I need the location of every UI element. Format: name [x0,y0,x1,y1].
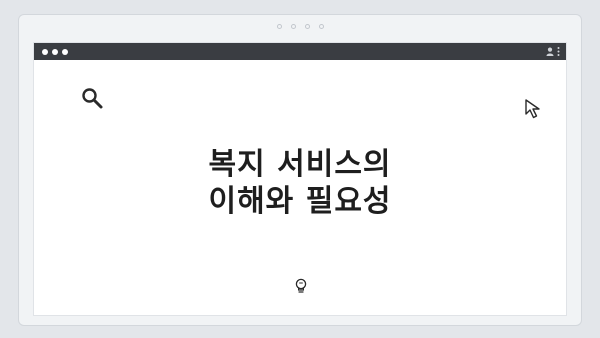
device-frame: 복지 서비스의 이해와 필요성 [18,14,582,326]
page-title: 복지 서비스의 이해와 필요성 [34,146,566,220]
indicator-dot [276,24,282,29]
window-control-dot[interactable] [62,48,68,55]
more-vertical-icon[interactable] [557,47,560,56]
indicator-dot [290,24,296,29]
top-indicator-dots [19,24,581,29]
indicator-dot [304,24,310,29]
titlebar-right [546,47,560,56]
window-titlebar [34,43,566,60]
lightbulb-icon [294,278,308,298]
window-controls [42,48,68,55]
browser-window: 복지 서비스의 이해와 필요성 [33,42,567,316]
title-line-1: 복지 서비스의 [208,147,392,182]
window-control-dot[interactable] [42,48,48,55]
cursor-arrow-icon [524,98,546,124]
search-icon[interactable] [80,86,104,114]
user-icon[interactable] [546,47,554,56]
title-line-2: 이해와 필요성 [208,184,392,219]
indicator-dot [318,24,324,29]
window-control-dot[interactable] [52,48,58,55]
